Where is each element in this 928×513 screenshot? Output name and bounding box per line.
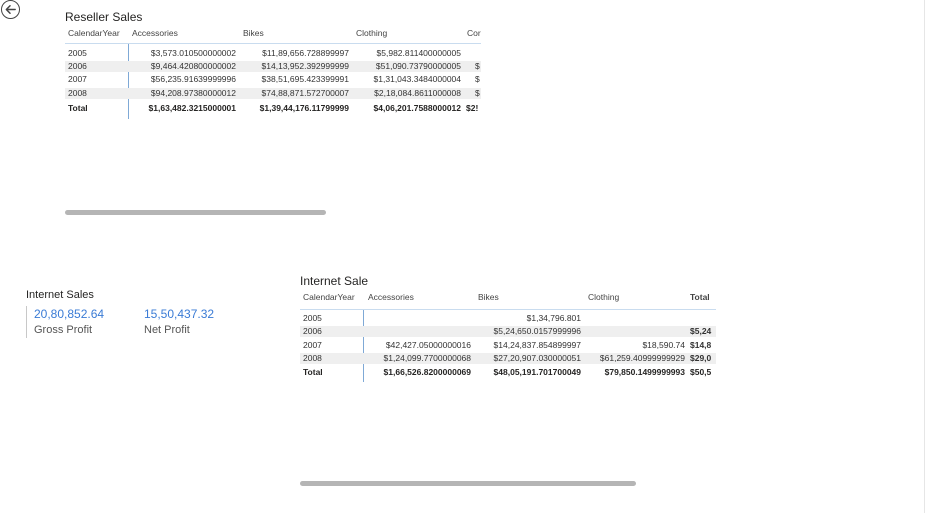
total-bikes: $1,39,44,176.11799999 [259,103,349,113]
cell-bikes: $74,88,871.572700007 [261,88,349,98]
cell-clothing: $18,590.74 [642,340,685,350]
column-header-total[interactable]: Total [690,292,716,303]
row-header-year: 2008 [68,88,87,98]
gross-profit-value: 20,80,852.64 [34,307,105,321]
table-row: 2007 $56,235.91639999996 $38,51,695.4233… [65,74,481,85]
cell-total: $14,8 [690,340,712,350]
row-header-year: 2006 [303,326,322,336]
cell-bikes: $38,51,695.423399991 [261,74,349,84]
total-components: $2! [466,103,479,113]
reseller-sales-title: Reseller Sales [65,10,143,24]
table-row: 2005 $3,573.010500000002 $11,89,656.7288… [65,48,481,59]
cell-components: $ [475,88,480,98]
table-row: 2007 $42,427.05000000016 $14,24,837.8548… [300,340,716,351]
column-header-clothing[interactable]: Clothing [356,28,416,39]
back-button[interactable] [1,0,20,19]
table-row: 2005 $1,34,796.801 [300,313,716,324]
column-header-calendaryear[interactable]: CalendarYear [68,28,128,39]
row-header-year: 2008 [303,353,322,363]
total-clothing: $4,06,201.7588000012 [373,103,461,113]
row-header-year: 2005 [68,48,87,58]
matrix-header-row: CalendarYear Accessories Bikes Clothing … [300,292,716,303]
cell-accessories: $1,24,099.7700000068 [383,353,471,363]
cell-clothing [581,313,685,324]
page-right-border [924,0,925,513]
cell-total [690,313,716,324]
internet-sales-card-title: Internet Sales [26,289,94,301]
cell-accessories: $9,464.420800000002 [150,61,236,71]
column-header-accessories[interactable]: Accessories [368,292,438,303]
column-header-clothing[interactable]: Clothing [588,292,648,303]
cell-clothing: $5,982.811400000005 [376,48,461,58]
cell-components: $ [475,74,480,84]
column-header-calendaryear[interactable]: CalendarYear [303,292,363,303]
total-clothing: $79,850.1499999993 [604,367,685,377]
cell-accessories [364,326,471,337]
net-profit-value: 15,50,437.32 [144,307,215,321]
cell-bikes: $14,13,952.392999999 [261,61,349,71]
cell-accessories [364,313,471,324]
row-header-year: 2007 [303,340,322,350]
back-arrow-icon [5,5,16,14]
table-row: 2006 $5,24,650.0157999996 $5,24 [300,326,716,337]
cell-bikes: $5,24,650.0157999996 [493,326,581,336]
reseller-horizontal-scrollbar[interactable] [65,210,326,215]
cell-bikes: $14,24,837.854899997 [493,340,581,350]
total-bikes: $48,05,191.701700049 [493,367,581,377]
cell-clothing: $51,090.73790000005 [375,61,461,71]
row-header-year: 2007 [68,74,87,84]
cell-bikes: $27,20,907.030000051 [493,353,581,363]
net-profit-label: Net Profit [144,324,190,336]
column-header-bikes[interactable]: Bikes [243,28,303,39]
matrix-header-row: CalendarYear Accessories Bikes Clothing … [65,28,481,39]
internet-horizontal-scrollbar[interactable] [300,481,636,486]
cell-accessories: $3,573.010500000002 [150,48,236,58]
cell-accessories: $42,427.05000000016 [385,340,471,350]
row-header-year: 2005 [303,313,322,323]
total-row: Total $1,63,482.3215000001 $1,39,44,176.… [65,103,481,114]
kpi-accent-bar [26,306,27,338]
internet-sale-matrix: CalendarYear Accessories Bikes Clothing … [300,290,716,382]
internet-sale-title: Internet Sale [300,274,369,288]
row-header-year: 2006 [68,61,87,71]
total-accessories: $1,63,482.3215000001 [148,103,236,113]
column-header-accessories[interactable]: Accessories [132,28,202,39]
cell-bikes: $11,89,656.728899997 [262,48,349,58]
row-header-total: Total [68,103,88,113]
cell-components [475,48,481,59]
cell-total: $29,0 [690,353,712,363]
column-header-components[interactable]: Cor [467,28,481,39]
cell-accessories: $56,235.91639999996 [150,74,236,84]
row-header-total: Total [303,367,323,377]
gross-profit-label: Gross Profit [34,324,93,336]
column-header-bikes[interactable]: Bikes [478,292,538,303]
reseller-sales-matrix: CalendarYear Accessories Bikes Clothing … [65,27,481,119]
table-row: 2006 $9,464.420800000002 $14,13,952.3929… [65,61,481,72]
cell-clothing: $2,18,084.8611000008 [374,88,461,98]
cell-accessories: $94,208.97380000012 [150,88,236,98]
total-grand: $50,5 [690,367,712,377]
total-accessories: $1,66,526.8200000069 [383,367,471,377]
cell-clothing [581,326,685,337]
cell-total: $5,24 [690,326,712,336]
table-row: 2008 $1,24,099.7700000068 $27,20,907.030… [300,353,716,364]
cell-components: $ [475,61,480,71]
total-row: Total $1,66,526.8200000069 $48,05,191.70… [300,367,716,378]
cell-clothing: $1,31,043.3484000004 [373,74,461,84]
cell-clothing: $61,259.40999999929 [599,353,685,363]
table-row: 2008 $94,208.97380000012 $74,88,871.5727… [65,88,481,99]
cell-bikes: $1,34,796.801 [526,313,581,323]
